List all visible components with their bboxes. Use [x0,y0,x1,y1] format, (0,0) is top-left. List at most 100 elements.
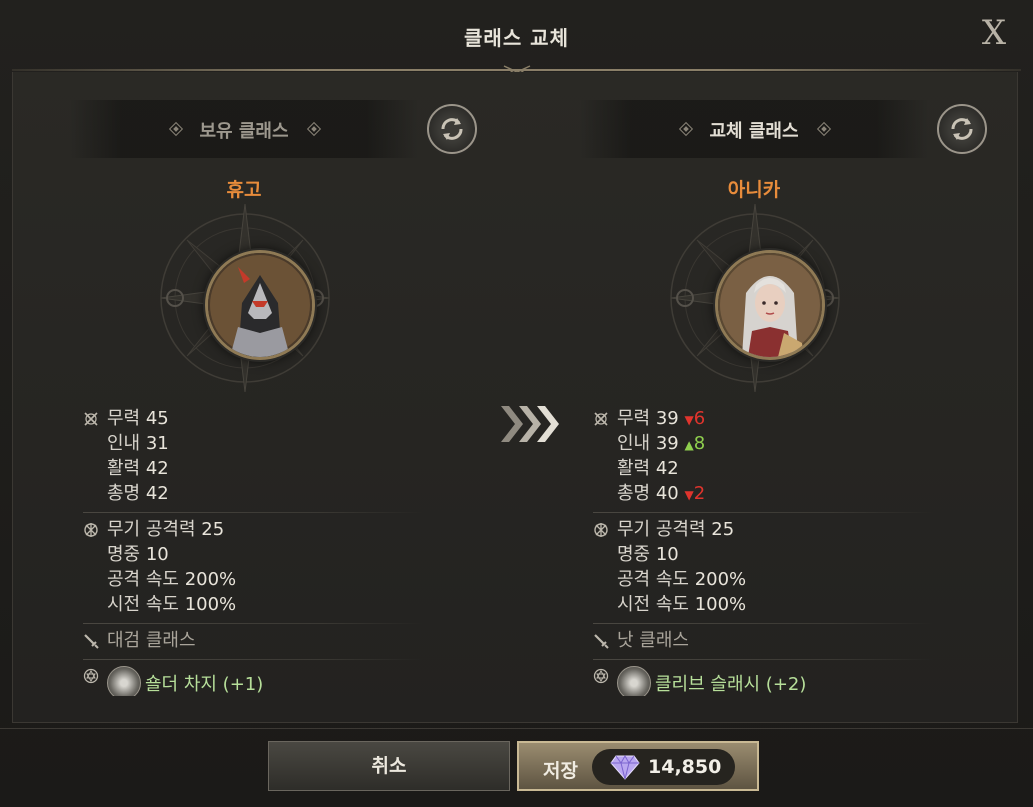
stat-value: 39 [655,408,679,429]
stat-label: 명중 [617,544,651,565]
refresh-icon [441,118,463,140]
current-character-name: 휴고 [226,179,262,201]
close-button[interactable]: X [977,16,1011,50]
skill-row[interactable]: 클리브 슬래시 (+2) [593,664,933,696]
skill-icon [617,666,651,696]
stat-label: 활력 [107,458,141,479]
current-character-portrait [205,250,315,360]
current-class-header: 보유 클래스 [69,100,419,158]
class-change-window: 클래스 교체 X 보유 클래스 휴고 무력 45 인내 31 활력 42 총명 … [0,0,1033,807]
stat-value: 10 [145,544,169,565]
stat-label: 무력 [107,408,141,429]
footer-divider [0,728,1033,729]
refresh-button[interactable] [427,104,477,154]
scythe-icon [594,634,609,649]
save-button[interactable]: 저장 14,850 [517,741,759,791]
stat-delta: 8 [693,433,706,454]
decrease-icon: ▼ [684,488,694,502]
new-stats: 무력 39 ▼6 인내 39 ▲8 활력 42 총명 40 ▼2 무기 공격력 … [593,406,933,696]
refresh-button[interactable] [937,104,987,154]
divider [593,659,933,660]
stat-value: 42 [145,458,169,479]
new-class-panel: 교체 클래스 아니카 무력 39 ▼6 인내 39 ▲8 활력 42 총명 40… [579,100,1019,696]
stat-label: 시전 속도 [107,594,179,615]
class-type-row: 대검 클래스 [83,628,423,653]
content-area: 보유 클래스 휴고 무력 45 인내 31 활력 42 총명 42 무기 공격력… [12,72,1018,723]
stat-label: 시전 속도 [617,594,689,615]
stat-row: 공격 속도 200% [83,567,423,592]
title-bar: 클래스 교체 X [0,0,1033,77]
stat-value: 39 [655,433,679,454]
stat-icon [594,412,608,426]
divider [593,623,933,624]
decrease-icon: ▼ [684,413,694,427]
stat-value: 40 [655,483,679,504]
skill-name: 숄더 차지 (+1) [145,674,264,695]
stat-row: 명중 10 [593,542,933,567]
stat-delta: 2 [693,483,706,504]
stat-label: 무기 공격력 [617,519,706,540]
stat-label: 무기 공격력 [107,519,196,540]
save-label: 저장 [543,760,578,782]
stat-label: 인내 [617,433,651,454]
sword-icon [84,634,99,649]
skill-set-icon [83,668,99,684]
skill-icon [107,666,141,696]
current-class-title: 보유 클래스 [199,121,289,142]
weapon-stat-icon [594,523,608,537]
stat-value: 42 [655,458,679,479]
stat-row: 활력 42 [593,456,933,481]
new-character-portrait [715,250,825,360]
stat-value: 100% [694,594,747,615]
class-type-label: 낫 클래스 [617,630,689,651]
stat-row: 시전 속도 100% [83,592,423,617]
stat-row: 무기 공격력 25 [593,517,933,542]
stat-label: 총명 [107,483,141,504]
stat-value: 42 [145,483,169,504]
stat-row: 무기 공격력 25 [83,517,423,542]
stat-row: 시전 속도 100% [593,592,933,617]
class-type-label: 대검 클래스 [107,630,196,651]
divider [83,659,423,660]
current-stats: 무력 45 인내 31 활력 42 총명 42 무기 공격력 25 명중 10 … [83,406,423,696]
stat-value: 25 [201,519,225,540]
stat-value: 45 [145,408,169,429]
new-class-title: 교체 클래스 [709,121,799,142]
stat-value: 25 [711,519,735,540]
stat-icon [84,412,98,426]
stat-label: 무력 [617,408,651,429]
arrow-right-icon [501,406,559,442]
stat-label: 총명 [617,483,651,504]
stat-row: 공격 속도 200% [593,567,933,592]
stat-delta: 6 [693,408,706,429]
cost-amount: 14,850 [648,756,722,778]
stat-label: 인내 [107,433,141,454]
stat-label: 명중 [107,544,141,565]
stat-value: 10 [655,544,679,565]
new-character-name: 아니카 [727,179,781,201]
stat-value: 100% [184,594,237,615]
stat-row: 총명 42 [83,481,423,506]
divider [83,512,423,513]
stat-label: 공격 속도 [617,569,689,590]
stat-row: 총명 40 ▼2 [593,481,933,506]
stat-row: 무력 39 ▼6 [593,406,933,431]
stat-value: 200% [184,569,237,590]
skill-row[interactable]: 숄더 차지 (+1) [83,664,423,696]
stat-value: 31 [145,433,169,454]
weapon-stat-icon [84,523,98,537]
skill-name: 클리브 슬래시 (+2) [655,674,807,695]
skill-set-icon [593,668,609,684]
cancel-button[interactable]: 취소 [268,741,510,791]
new-class-header: 교체 클래스 [579,100,929,158]
current-class-panel: 보유 클래스 휴고 무력 45 인내 31 활력 42 총명 42 무기 공격력… [69,100,509,696]
increase-icon: ▲ [684,438,694,452]
stat-row: 활력 42 [83,456,423,481]
stat-value: 200% [694,569,747,590]
stat-row: 명중 10 [83,542,423,567]
stat-row: 인내 31 [83,431,423,456]
refresh-icon [951,118,973,140]
window-title: 클래스 교체 [464,26,569,50]
divider [593,512,933,513]
stat-row: 인내 39 ▲8 [593,431,933,456]
